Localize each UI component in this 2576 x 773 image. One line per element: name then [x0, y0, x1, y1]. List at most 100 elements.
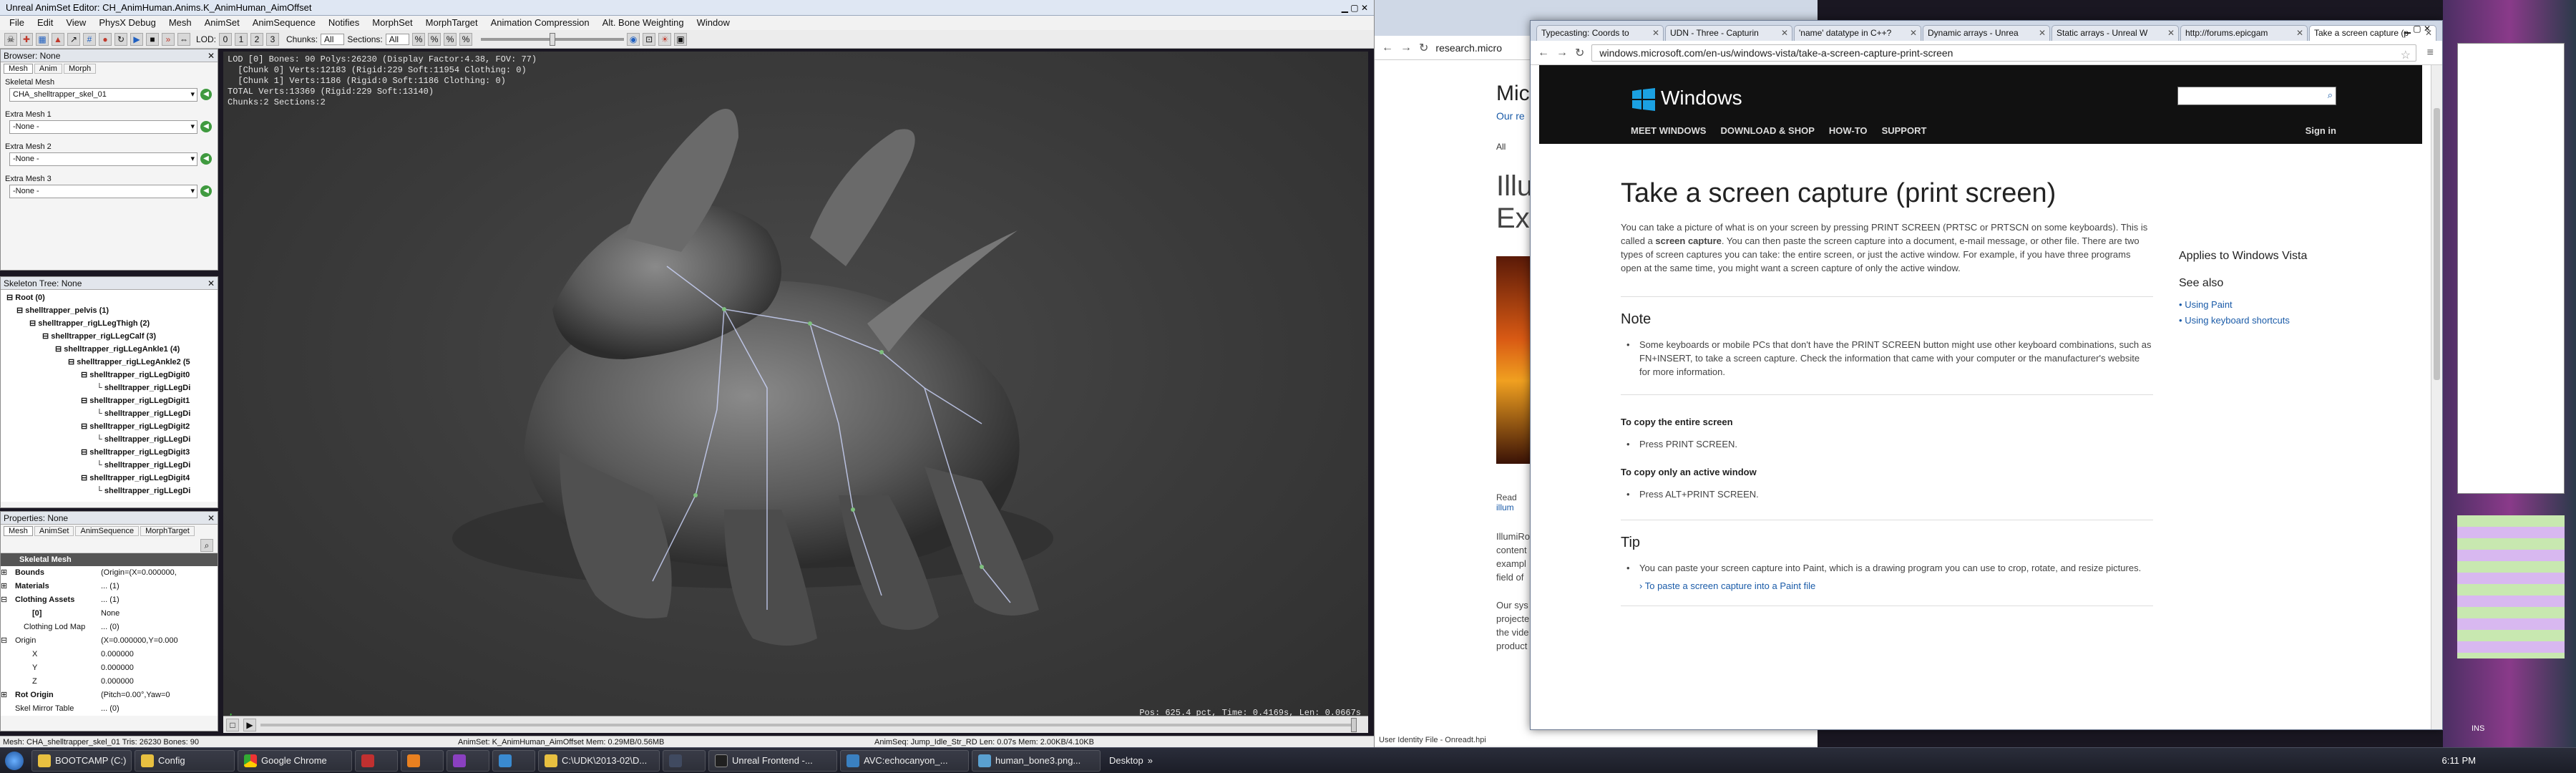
taskbar-item-explorer[interactable]: C:\UDK\2013-02\D... — [538, 749, 660, 772]
tab-anim[interactable]: Anim — [34, 64, 62, 74]
skeletal-mesh-select[interactable]: CHA_shelltrapper_skel_01 — [9, 88, 197, 102]
lod-2-button[interactable]: 2 — [250, 32, 264, 46]
toolbar-pct-2-icon[interactable]: % — [428, 32, 441, 46]
tree-node[interactable]: ⊟ shelltrapper_rigLLegDigit0 — [4, 369, 215, 381]
toolbar-pct-1-icon[interactable]: % — [412, 32, 426, 46]
windows-brand[interactable]: Windows — [1661, 87, 1742, 110]
menu-file[interactable]: File — [3, 16, 31, 30]
tree-node[interactable]: ⊟ shelltrapper_rigLLegAnkle1 (4) — [4, 343, 215, 356]
toolbar-skeleton-icon[interactable]: ☠ — [4, 32, 17, 46]
menu-animation-compression[interactable]: Animation Compression — [484, 16, 596, 30]
address-bar[interactable]: windows.microsoft.com/en-us/windows-vist… — [1591, 44, 2416, 62]
close-icon[interactable]: ✕ — [208, 512, 215, 525]
toolbar-grid-icon[interactable]: # — [83, 32, 96, 46]
property-row[interactable]: [0] None — [1, 607, 218, 621]
menu-animsequence[interactable]: AnimSequence — [246, 16, 322, 30]
tree-node[interactable]: ⊟ shelltrapper_rigLLegThigh (2) — [4, 317, 215, 330]
tab-mesh[interactable]: Mesh — [4, 526, 33, 536]
forward-icon[interactable]: → — [1400, 42, 1412, 54]
tab-morph[interactable]: Morph — [63, 64, 97, 74]
browser-tab[interactable]: Typecasting: Coords to ✕ — [1536, 25, 1664, 41]
window-controls[interactable]: ▁ ▢ ✕ — [1342, 0, 1368, 16]
browser-tab[interactable]: Static arrays - Unreal W ✕ — [2051, 25, 2179, 41]
property-row[interactable]: ⊟ Clothing Assets... (1) — [1, 593, 218, 607]
taskbar-clock[interactable]: 6:11 PM — [2442, 755, 2476, 766]
search-icon[interactable]: ⌕ — [200, 539, 213, 552]
toolbar-play-icon[interactable]: ▶ — [130, 32, 143, 46]
property-row[interactable]: Skel Mirror Table... (0) — [1, 702, 218, 716]
reload-icon[interactable]: ↻ — [1419, 41, 1428, 55]
start-button[interactable] — [0, 749, 29, 773]
browser-tab[interactable]: http://forums.epicgam ✕ — [2180, 25, 2308, 41]
tree-node[interactable]: ⊟ shelltrapper_rigLLegAnkle2 (5 — [4, 356, 215, 369]
tip-link[interactable]: To paste a screen capture into a Paint f… — [1645, 580, 1815, 591]
chunks-select[interactable]: All — [321, 33, 345, 45]
tree-node[interactable]: └ shelltrapper_rigLLegDi — [4, 433, 215, 446]
loop-button-icon[interactable]: □ — [226, 718, 239, 731]
back-icon[interactable]: ← — [1382, 42, 1393, 54]
taskbar-item-config[interactable]: Config — [135, 749, 235, 772]
lod-0-button[interactable]: 0 — [219, 32, 233, 46]
taskbar-item-app[interactable] — [401, 749, 444, 772]
use-selected-icon[interactable]: ◀ — [200, 89, 212, 100]
tree-node[interactable]: └ shelltrapper_rigLLegDi — [4, 459, 215, 472]
toolbar-extra-icon[interactable]: ▣ — [674, 32, 688, 46]
tab-animset[interactable]: AnimSet — [34, 526, 74, 536]
property-row[interactable]: ⊞ Materials... (1) — [1, 580, 218, 593]
sections-select[interactable]: All — [385, 33, 410, 45]
menu-alt-bone-weighting[interactable]: Alt. Bone Weighting — [596, 16, 691, 30]
toolbar-bone-icon[interactable]: ✚ — [20, 32, 33, 46]
tree-node[interactable]: ⊟ Root (0) — [4, 291, 215, 304]
close-icon[interactable]: ✕ — [208, 277, 215, 290]
nav-support[interactable]: SUPPORT — [1882, 125, 1927, 136]
menu-physx-debug[interactable]: PhysX Debug — [92, 16, 162, 30]
tree-node[interactable]: └ shelltrapper_rigLLegDi — [4, 485, 215, 497]
back-browser-download-bar[interactable]: User Identity File - Onreadt.hpi — [1379, 736, 1486, 744]
tab-morphtarget[interactable]: MorphTarget — [140, 526, 195, 536]
toolbar-normals-icon[interactable]: ↗ — [67, 32, 80, 46]
toolbar-stop-icon[interactable]: ■ — [146, 32, 159, 46]
taskbar-item-app[interactable] — [355, 749, 398, 772]
nav-how-to[interactable]: HOW-TO — [1829, 125, 1868, 136]
lod-1-button[interactable]: 1 — [235, 32, 248, 46]
extra-mesh-2-select[interactable]: -None - — [9, 152, 197, 166]
toolbar-loop-icon[interactable]: ↻ — [114, 32, 127, 46]
property-row[interactable]: ⊟ Origin (X=0.000000,Y=0.000 — [1, 634, 218, 648]
browser-tab[interactable]: UDN - Three - Capturin ✕ — [1665, 25, 1792, 41]
tree-node[interactable]: ⊟ shelltrapper_pelvis (1) — [4, 304, 215, 317]
menu-notifies[interactable]: Notifies — [322, 16, 366, 30]
browser-tab[interactable]: 'name' datatype in C++? ✕ — [1794, 25, 1921, 41]
nav-download-shop[interactable]: DOWNLOAD & SHOP — [1720, 125, 1814, 136]
use-selected-icon[interactable]: ◀ — [200, 185, 212, 197]
tab-animsequence[interactable]: AnimSequence — [75, 526, 140, 536]
menu-mesh[interactable]: Mesh — [162, 16, 198, 30]
taskbar-item-app[interactable] — [447, 749, 489, 772]
back-icon[interactable]: ← — [1538, 47, 1549, 59]
property-row[interactable]: ⊞ Rot Origin (Pitch=0.00°,Yaw=0 — [1, 689, 218, 702]
taskbar-item-chrome[interactable]: Google Chrome — [238, 749, 352, 772]
tree-node[interactable]: ⊟ shelltrapper_rigLLegDigit2 — [4, 420, 215, 433]
toolbar-socket-icon[interactable]: ▲ — [52, 32, 64, 46]
menu-morphtarget[interactable]: MorphTarget — [419, 16, 484, 30]
playback-rate-slider[interactable] — [481, 32, 625, 46]
timeline-scrubber[interactable] — [260, 717, 1357, 732]
menu-view[interactable]: View — [59, 16, 92, 30]
properties-category[interactable]: Skeletal Mesh — [1, 553, 218, 566]
property-row[interactable]: ⊞ Bounds (Origin=(X=0.000000, — [1, 566, 218, 580]
toolbar-mirror-icon[interactable]: ⇔ — [177, 32, 190, 46]
tree-node[interactable]: ⊟ shelltrapper_rigLLegDigit4 — [4, 472, 215, 485]
play-button-icon[interactable]: ▶ — [243, 718, 256, 731]
tree-node[interactable]: ⊟ shelltrapper_rigLLegCalf (3) — [4, 330, 215, 343]
animset-viewport[interactable]: LOD [0] Bones: 90 Polys:26230 (Display F… — [223, 52, 1368, 726]
see-also-link[interactable]: Using keyboard shortcuts — [2185, 315, 2290, 326]
forward-icon[interactable]: → — [1556, 47, 1568, 59]
toolbar-wire-icon[interactable]: ▦ — [36, 32, 49, 46]
see-also-link[interactable]: Using Paint — [2185, 299, 2232, 310]
use-selected-icon[interactable]: ◀ — [200, 153, 212, 165]
scrollbar[interactable] — [2431, 65, 2442, 729]
tab-mesh[interactable]: Mesh — [4, 64, 33, 74]
menu-morphset[interactable]: MorphSet — [366, 16, 419, 30]
use-selected-icon[interactable]: ◀ — [200, 121, 212, 132]
menu-icon[interactable]: ≡ — [2427, 47, 2434, 59]
toolbar-pct-4-icon[interactable]: % — [459, 32, 473, 46]
